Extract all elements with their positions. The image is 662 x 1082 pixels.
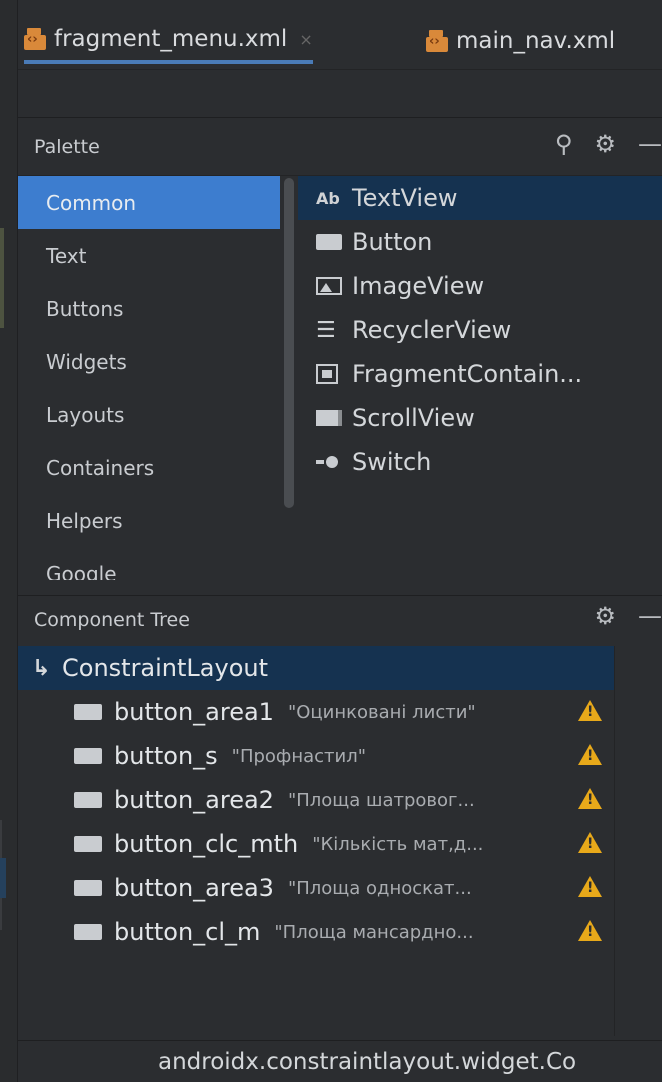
tab-fragment-menu[interactable]: fragment_menu.xml × (24, 18, 313, 64)
component-label: Button (352, 228, 433, 256)
minimize-icon[interactable]: — (638, 602, 662, 630)
tree-item-text: "Оцинковані листи" (287, 701, 476, 723)
strip-marker (0, 228, 4, 328)
tree-root-label: ConstraintLayout (62, 654, 269, 682)
left-tool-strip (0, 0, 18, 1082)
category-containers[interactable]: Containers (18, 441, 280, 494)
tree-item-text: "Площа мансардно... (274, 921, 474, 943)
palette-header: Palette ⚲ ⚙ — (18, 118, 662, 176)
category-common[interactable]: Common (18, 176, 280, 229)
fragment-icon (316, 364, 346, 384)
tree-item-id: button_cl_m (114, 918, 261, 946)
component-label: ScrollView (352, 404, 475, 432)
categories-scrollbar[interactable] (284, 178, 294, 508)
editor-tab-bar: fragment_menu.xml × main_nav.xml (18, 0, 662, 70)
component-label: FragmentContain... (352, 360, 583, 388)
switch-icon (316, 456, 346, 468)
xml-file-icon (426, 30, 448, 52)
component-tree: ↳ ConstraintLayout button_area1 "Оцинков… (18, 646, 614, 1036)
warning-icon[interactable] (578, 700, 602, 721)
designer-panel: fragment_menu.xml × main_nav.xml Palette… (18, 0, 662, 1082)
tree-item-text: "Профнастил" (231, 745, 366, 767)
component-label: RecyclerView (352, 316, 512, 344)
palette-item-button[interactable]: Button (298, 220, 662, 264)
component-tree-header: Component Tree ⚙ — (18, 596, 662, 644)
button-icon (74, 836, 102, 852)
button-icon (74, 704, 102, 720)
tree-item-id: button_s (114, 742, 218, 770)
button-icon (74, 792, 102, 808)
button-icon (316, 234, 346, 250)
category-layouts[interactable]: Layouts (18, 388, 280, 441)
palette-item-recyclerview[interactable]: ☰ RecyclerView (298, 308, 662, 352)
tree-item-text: "Кількість мат,д... (312, 833, 484, 855)
palette-item-textview[interactable]: Ab TextView (298, 176, 662, 220)
status-bar: androidx.constraintlayout.widget.Co (18, 1040, 662, 1082)
xml-file-icon (24, 28, 46, 50)
textview-icon: Ab (316, 188, 340, 208)
list-icon: ☰ (316, 317, 336, 343)
warning-icon[interactable] (578, 920, 602, 941)
tree-row[interactable]: button_area3 "Площа односкат... (18, 866, 614, 910)
close-icon[interactable]: × (299, 30, 312, 49)
component-tree-title: Component Tree (34, 609, 190, 631)
palette-title: Palette (34, 135, 100, 158)
button-icon (74, 924, 102, 940)
component-label: Switch (352, 448, 432, 476)
tree-row[interactable]: button_area1 "Оцинковані листи" (18, 690, 614, 734)
gear-icon[interactable]: ⚙ (594, 130, 616, 158)
tree-item-id: button_area1 (114, 698, 274, 726)
warning-icon[interactable] (578, 744, 602, 765)
category-buttons[interactable]: Buttons (18, 282, 280, 335)
tree-row[interactable]: button_cl_m "Площа мансардно... (18, 910, 614, 954)
warning-icon[interactable] (578, 832, 602, 853)
category-widgets[interactable]: Widgets (18, 335, 280, 388)
tree-item-id: button_area3 (114, 874, 274, 902)
component-label: TextView (352, 184, 458, 212)
warning-icon[interactable] (578, 876, 602, 897)
category-google[interactable]: Google (18, 547, 280, 581)
tab-label: main_nav.xml (456, 28, 616, 54)
tab-label: fragment_menu.xml (54, 26, 288, 52)
imageview-icon (316, 277, 346, 295)
category-helpers[interactable]: Helpers (18, 494, 280, 547)
tree-item-text: "Площа односкат... (287, 877, 472, 899)
category-text[interactable]: Text (18, 229, 280, 282)
palette-item-switch[interactable]: Switch (298, 440, 662, 484)
warning-icon[interactable] (578, 788, 602, 809)
gear-icon[interactable]: ⚙ (594, 602, 616, 630)
status-text: androidx.constraintlayout.widget.Co (158, 1048, 577, 1075)
strip-marker (0, 858, 6, 898)
tree-item-id: button_clc_mth (114, 830, 299, 858)
minimize-icon[interactable]: — (638, 130, 662, 158)
scrollview-icon (316, 410, 346, 426)
toolbar-strip (18, 70, 662, 118)
palette-components: Ab TextView Button ImageView ☰ RecyclerV… (298, 176, 662, 580)
tree-scroll-area[interactable] (614, 646, 662, 1036)
palette-item-fragmentcontainer[interactable]: FragmentContain... (298, 352, 662, 396)
tree-item-id: button_area2 (114, 786, 274, 814)
button-icon (74, 748, 102, 764)
palette-categories: Common Text Buttons Widgets Layouts Cont… (18, 176, 280, 580)
tree-row[interactable]: button_clc_mth "Кількість мат,д... (18, 822, 614, 866)
tree-root-constraintlayout[interactable]: ↳ ConstraintLayout (18, 646, 614, 690)
component-label: ImageView (352, 272, 485, 300)
search-icon[interactable]: ⚲ (555, 130, 573, 158)
tree-item-text: "Площа шатровог... (287, 789, 475, 811)
palette-item-imageview[interactable]: ImageView (298, 264, 662, 308)
constraint-icon: ↳ (32, 655, 51, 681)
palette-item-scrollview[interactable]: ScrollView (298, 396, 662, 440)
tree-row[interactable]: button_area2 "Площа шатровог... (18, 778, 614, 822)
tree-row[interactable]: button_s "Профнастил" (18, 734, 614, 778)
button-icon (74, 880, 102, 896)
panel-divider[interactable] (18, 580, 662, 596)
tab-main-nav[interactable]: main_nav.xml (426, 18, 615, 64)
